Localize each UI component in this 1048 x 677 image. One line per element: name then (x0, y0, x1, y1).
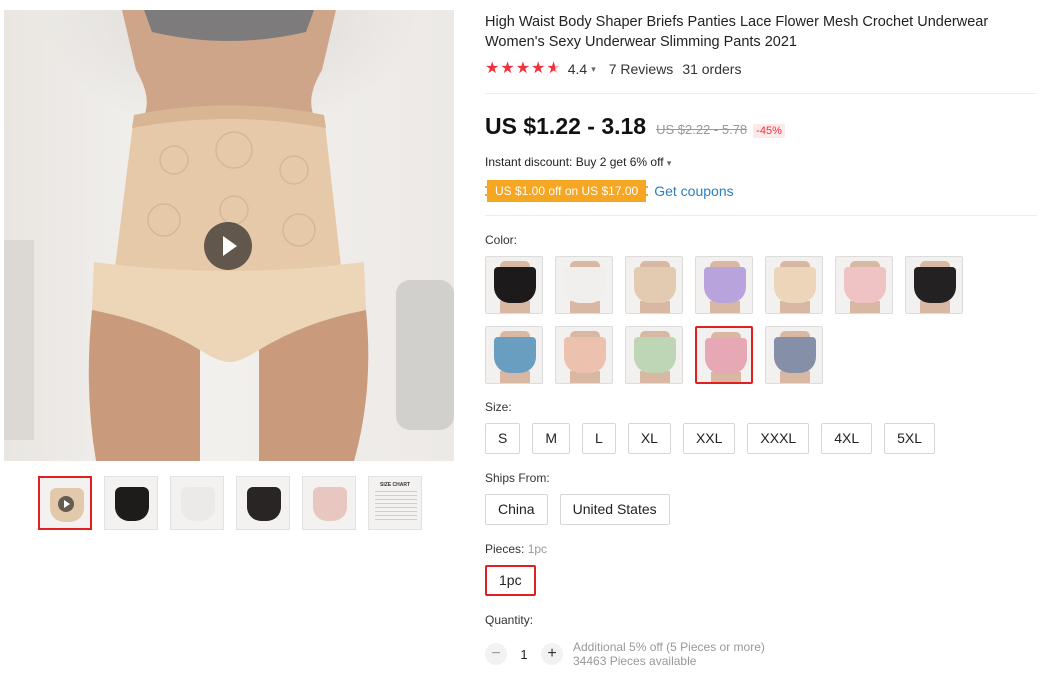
pieces-label: Pieces: 1pc (485, 542, 547, 556)
chevron-down-icon: ▾ (666, 158, 672, 168)
quantity-info: Additional 5% off (5 Pieces or more) 344… (573, 640, 765, 668)
color-swatches (485, 256, 985, 384)
half-star-icon: ★ (546, 60, 561, 77)
quantity-stepper: − + Additional 5% off (5 Pieces or more)… (485, 640, 765, 668)
star-icon: ★ (500, 60, 515, 77)
thumbnail-image (181, 487, 215, 521)
swatch-garment (494, 337, 536, 373)
stock-available: 34463 Pieces available (573, 654, 697, 668)
quantity-decrease-button[interactable]: − (485, 643, 507, 665)
color-swatch-beige[interactable] (625, 256, 683, 314)
thumbnail-colors-stack[interactable] (302, 476, 356, 530)
size-option[interactable]: L (582, 423, 616, 454)
swatch-garment (704, 267, 746, 303)
size-chart-title: SIZE CHART (380, 482, 410, 488)
ships-from-options: China United States (485, 494, 670, 525)
color-swatch-blue[interactable] (485, 326, 543, 384)
size-option[interactable]: 4XL (821, 423, 873, 454)
color-swatch-black[interactable] (905, 256, 963, 314)
size-option[interactable]: XL (627, 423, 671, 454)
get-coupons-link[interactable]: Get coupons (654, 183, 733, 199)
instant-discount-text: Instant discount: Buy 2 get 6% off (485, 155, 664, 169)
quantity-label: Quantity: (485, 613, 534, 627)
size-option[interactable]: 5XL (884, 423, 936, 454)
thumbnail-size-chart[interactable]: SIZE CHART (368, 476, 422, 530)
chevron-down-icon[interactable]: ▾ (591, 64, 596, 75)
pieces-selected-value: 1pc (527, 542, 548, 556)
swatch-garment (914, 267, 956, 303)
color-swatch-rose-pink[interactable] (695, 326, 753, 384)
color-label: Color: (485, 233, 518, 247)
thumbnail-white[interactable] (170, 476, 224, 530)
size-option[interactable]: XXL (682, 423, 736, 454)
thumbnail-strip: SIZE CHART (38, 476, 422, 530)
size-label: Size: (485, 400, 512, 414)
pieces-option[interactable]: 1pc (485, 565, 536, 596)
swatch-garment (774, 337, 816, 373)
play-video-button[interactable] (204, 222, 252, 270)
swatch-garment (564, 267, 606, 303)
quantity-input[interactable] (507, 646, 541, 662)
original-price: US $2.22 - 5.78 (656, 122, 748, 137)
divider (485, 93, 1037, 94)
instant-discount[interactable]: Instant discount: Buy 2 get 6% off ▾ (485, 155, 671, 169)
size-options: S M L XL XXL XXXL 4XL 5XL (485, 423, 936, 454)
ships-from-option[interactable]: United States (559, 494, 670, 525)
current-price: US $1.22 - 3.18 (485, 113, 647, 139)
swatch-garment (494, 267, 536, 303)
ships-from-option[interactable]: China (485, 494, 548, 525)
rating-value[interactable]: 4.4 (568, 61, 587, 77)
star-icon: ★ (515, 60, 531, 77)
thumbnail-video[interactable] (38, 476, 92, 530)
rating-row: ★ ★ ★ ★ ★ 4.4 ▾ 7 Reviews 31 orders (485, 61, 742, 78)
coupon-row: US $1.00 off on US $17.00 Get coupons (485, 180, 734, 202)
coupon-badge[interactable]: US $1.00 off on US $17.00 (485, 180, 649, 202)
discount-badge: -45% (753, 124, 785, 138)
ships-from-label: Ships From: (485, 471, 550, 485)
price-row: US $1.22 - 3.18 US $2.22 - 5.78 -45% (485, 113, 785, 140)
quantity-increase-button[interactable]: + (541, 643, 563, 665)
swatch-garment (634, 267, 676, 303)
color-swatch-black-lace[interactable] (485, 256, 543, 314)
color-swatch-white[interactable] (555, 256, 613, 314)
swatch-garment (844, 267, 886, 303)
thumbnail-image (247, 487, 281, 521)
swatch-garment (564, 337, 606, 373)
rating-stars: ★ ★ ★ ★ ★ (485, 61, 561, 77)
size-chart-table (375, 491, 417, 521)
orders-count: 31 orders (682, 61, 742, 77)
color-swatch-peach[interactable] (555, 326, 613, 384)
swatch-garment (705, 338, 747, 374)
star-icon: ★ (531, 60, 546, 77)
color-swatch-mint[interactable] (625, 326, 683, 384)
color-swatch-skin[interactable] (765, 256, 823, 314)
swatch-garment (774, 267, 816, 303)
divider (485, 215, 1037, 216)
thumbnail-back-view[interactable] (236, 476, 290, 530)
reviews-link[interactable]: 7 Reviews (609, 61, 674, 77)
thumbnail-black-lace[interactable] (104, 476, 158, 530)
thumbnail-image (313, 487, 347, 521)
color-swatch-gray-blue[interactable] (765, 326, 823, 384)
size-option[interactable]: XXXL (747, 423, 810, 454)
main-product-image[interactable] (4, 10, 454, 461)
product-title: High Waist Body Shaper Briefs Panties La… (485, 14, 989, 50)
pieces-label-text: Pieces: (485, 542, 525, 556)
size-option[interactable]: S (485, 423, 521, 454)
swatch-garment (634, 337, 676, 373)
color-swatch-pink[interactable] (835, 256, 893, 314)
bulk-discount-text: Additional 5% off (5 Pieces or more) (573, 640, 765, 654)
thumbnail-image (115, 487, 149, 521)
pieces-options: 1pc (485, 565, 536, 596)
color-swatch-purple[interactable] (695, 256, 753, 314)
play-icon (58, 496, 74, 512)
star-icon: ★ (485, 60, 500, 77)
size-option[interactable]: M (532, 423, 571, 454)
